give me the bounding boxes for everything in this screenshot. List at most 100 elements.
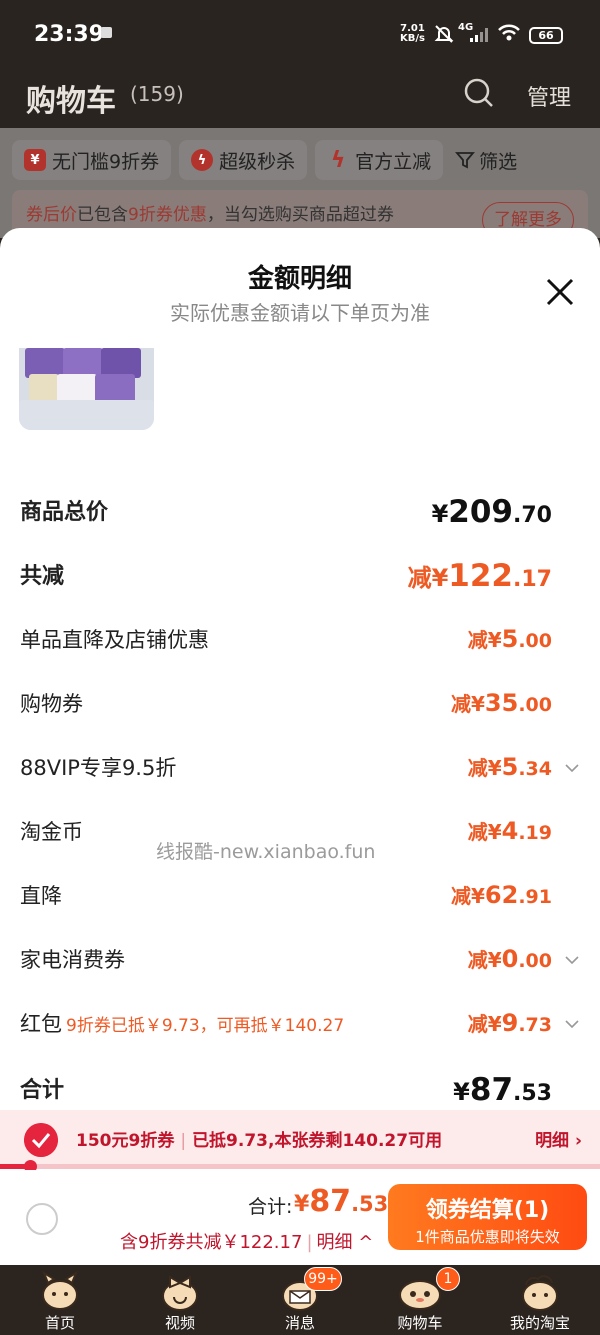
value-main: 9 — [501, 1009, 519, 1037]
total-amount: ¥87.53 — [294, 1184, 388, 1219]
product-thumbnail[interactable] — [19, 348, 154, 430]
filter-label: 筛选 — [479, 150, 518, 173]
status-bar: 23:39 7.01 KB/s 4G 66 — [0, 0, 600, 70]
chevron-down-icon[interactable] — [564, 954, 580, 966]
tab-home[interactable]: 首页 — [0, 1265, 120, 1335]
currency-symbol: ¥ — [294, 1192, 310, 1217]
tab-cart[interactable]: 1 购物车 — [360, 1265, 480, 1335]
discount-prefix: 减¥ — [451, 884, 485, 908]
value-decimal: .34 — [518, 758, 552, 780]
subtotal-value: ¥87.53 — [453, 1072, 552, 1108]
promo-highlight: 9折券优惠 — [128, 205, 207, 225]
coupon-status: 已抵9.73,本张券剩140.27可用 — [192, 1131, 443, 1151]
chevron-down-icon[interactable] — [564, 762, 580, 774]
mute-bell-icon — [434, 25, 454, 43]
row-item-88vip[interactable]: 88VIP专享9.5折 减¥5.34 — [20, 752, 580, 792]
lightning-icon: ϟ — [191, 149, 214, 171]
filter-button[interactable]: 筛选 — [451, 140, 521, 180]
net-speed: 7.01 KB/s — [400, 24, 425, 44]
total-price-value: ¥209.70 — [432, 494, 552, 530]
bolt-icon: ϟ — [330, 147, 346, 173]
value-decimal: .73 — [518, 1014, 552, 1036]
value-decimal: .53 — [513, 1081, 552, 1106]
row-label: 88VIP专享9.5折 — [20, 756, 177, 780]
close-icon[interactable] — [544, 276, 576, 308]
filter-chip-official-discount[interactable]: ϟ 官方立减 — [315, 140, 444, 180]
filter-chip-label: 无门槛9折券 — [52, 150, 160, 173]
filter-chips: ¥ 无门槛9折券 ϟ 超级秒杀 ϟ 官方立减 筛选 — [12, 140, 588, 180]
row-item-appliance-coupon[interactable]: 家电消费券 减¥0.00 — [20, 944, 580, 984]
chevron-down-icon[interactable] — [564, 1018, 580, 1030]
row-label-text: 红包 — [20, 1012, 62, 1036]
discount-prefix: 减¥ — [467, 948, 502, 972]
coupon-icon: ¥ — [24, 149, 46, 171]
discount-value: 减¥4.19 — [468, 816, 552, 845]
promo-text: 券后价已包含9折券优惠，当勾选购买商品超过券 — [26, 200, 394, 225]
checkout-bar: 合计: ¥87.53 含9折券共减￥122.17 | 明细 ^ 领券结算(1) 1件… — [0, 1170, 600, 1265]
search-icon[interactable] — [464, 78, 494, 108]
saving-detail-link[interactable]: 明细 ^ — [317, 1232, 374, 1253]
row-label: 合计 — [20, 1078, 65, 1103]
manage-button[interactable]: 管理 — [527, 80, 571, 112]
value-main: 5 — [501, 753, 519, 781]
row-item-shopping-coupon: 购物券 减¥35.00 — [20, 688, 580, 728]
value-decimal: .00 — [518, 950, 552, 972]
tab-my-taobao[interactable]: 我的淘宝 — [480, 1265, 600, 1335]
tab-label: 消息 — [284, 1314, 315, 1332]
battery-indicator: 66 — [529, 27, 563, 44]
wifi-icon — [498, 24, 520, 41]
filter-chip-coupon[interactable]: ¥ 无门槛9折券 — [12, 140, 172, 180]
row-label: 红包 9折券已抵￥9.73，可再抵￥140.27 — [20, 1008, 344, 1038]
discount-value: 减¥0.00 — [468, 944, 552, 973]
filter-chip-flash-sale[interactable]: ϟ 超级秒杀 — [179, 140, 308, 180]
filter-icon — [455, 152, 476, 169]
tab-label: 我的淘宝 — [509, 1314, 570, 1332]
coupon-info: 150元9折券 | 已抵9.73,本张券剩140.27可用 — [76, 1126, 442, 1151]
value-main: 62 — [484, 881, 519, 909]
page-title: 购物车 — [26, 84, 116, 119]
bottom-tab-bar: 首页 视频 99+ 消息 1 购物车 我的淘宝 — [0, 1265, 600, 1335]
checkout-label: 领券结算(1) — [425, 1198, 550, 1223]
discount-value: 减¥9.73 — [468, 1008, 552, 1037]
value-main: 87 — [469, 1072, 514, 1108]
row-subtotal: 合计 ¥87.53 — [20, 1072, 580, 1112]
tab-messages[interactable]: 99+ 消息 — [240, 1265, 360, 1335]
value-main: 35 — [484, 689, 519, 717]
currency-symbol: ¥ — [453, 1078, 470, 1106]
discount-prefix: 减¥ — [407, 564, 449, 592]
discount-value: 减¥35.00 — [451, 688, 552, 717]
discount-prefix: 减¥ — [467, 628, 502, 652]
video-mascot-icon — [162, 1275, 198, 1311]
row-item-red-packet[interactable]: 红包 9折券已抵￥9.73，可再抵￥140.27 减¥9.73 — [20, 1008, 580, 1048]
sheet-subtitle: 实际优惠金额请以下单页为准 — [170, 301, 430, 325]
row-label: 淘金币 — [20, 820, 83, 844]
value-decimal: .53 — [351, 1192, 389, 1216]
tab-video[interactable]: 视频 — [120, 1265, 240, 1335]
status-time: 23:39 — [34, 22, 105, 47]
value-main: 122 — [448, 558, 514, 594]
filter-chip-label: 官方立减 — [355, 150, 432, 173]
divider: | — [306, 1232, 313, 1253]
discount-prefix: 减¥ — [451, 692, 485, 716]
sheet-title: 金额明细 — [247, 264, 352, 294]
checkmark-icon[interactable] — [24, 1123, 58, 1157]
value-main: 0 — [501, 945, 519, 973]
row-label: 商品总价 — [20, 500, 109, 525]
currency-symbol: ¥ — [431, 500, 449, 528]
value-main: 4 — [501, 817, 519, 845]
coupon-name: 150元9折券 — [76, 1131, 175, 1151]
discount-prefix: 减¥ — [467, 1012, 502, 1036]
badge-count: 99+ — [304, 1267, 342, 1291]
coupon-detail-link[interactable]: 明细 › — [535, 1126, 582, 1151]
row-item-direct-shop: 单品直降及店铺优惠 减¥5.00 — [20, 624, 580, 664]
row-label: 共减 — [20, 564, 65, 589]
value-main: 209 — [448, 494, 514, 530]
promo-part: ，当勾选购买商品超过券 — [206, 205, 394, 225]
filter-chip-label: 超级秒杀 — [219, 150, 296, 173]
discount-prefix: 减¥ — [467, 820, 502, 844]
profile-mascot-icon — [522, 1275, 558, 1311]
checkout-button[interactable]: 领券结算(1) 1件商品优惠即将失效 — [388, 1184, 587, 1250]
row-item-direct-reduction: 直降 减¥62.91 — [20, 880, 580, 920]
select-all-checkbox[interactable] — [26, 1203, 58, 1235]
saving-note: 含9折券共减￥122.17 | 明细 ^ — [120, 1228, 373, 1254]
